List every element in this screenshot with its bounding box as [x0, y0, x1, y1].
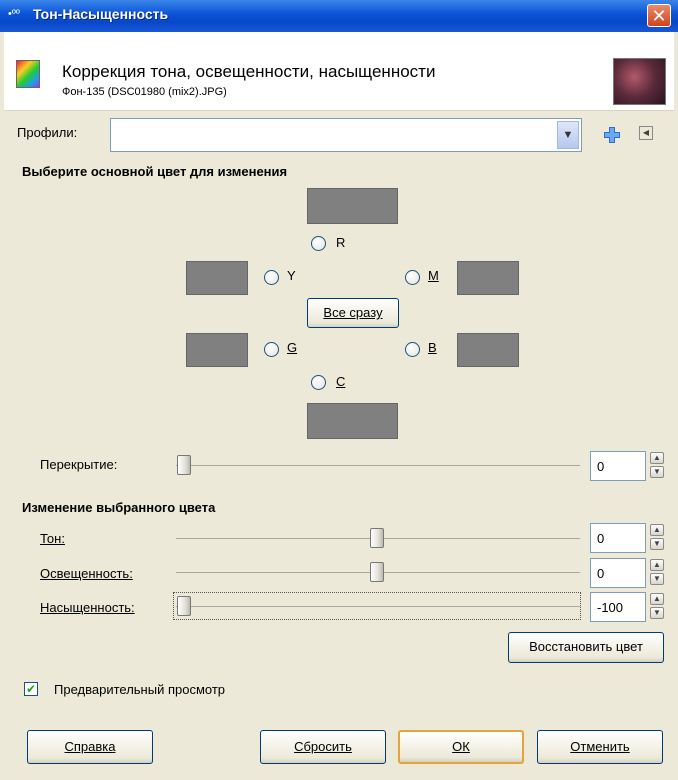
radio-m[interactable]	[405, 270, 420, 285]
radio-c[interactable]	[311, 375, 326, 390]
image-thumbnail	[613, 58, 666, 105]
label-y: Y	[287, 268, 296, 283]
window-title: Тон-Насыщенность	[33, 6, 169, 22]
spin-down-icon[interactable]: ▼	[650, 538, 664, 550]
saturation-label: Насыщенность:	[40, 600, 135, 615]
cancel-button[interactable]: Отменить	[537, 730, 663, 764]
overlap-spinbox[interactable]: 0	[590, 451, 646, 481]
label-m: M	[428, 268, 439, 283]
hue-spinbox[interactable]: 0	[590, 523, 646, 553]
hue-spin-arrows[interactable]: ▲ ▼	[650, 524, 666, 552]
saturation-spin-arrows[interactable]: ▲ ▼	[650, 593, 666, 621]
spin-up-icon[interactable]: ▲	[650, 559, 664, 571]
swatch-g	[186, 333, 248, 367]
saturation-slider-track[interactable]	[176, 606, 580, 607]
overlap-value: 0	[597, 459, 605, 474]
swatch-y	[186, 261, 248, 295]
profiles-label: Профили:	[17, 125, 78, 140]
reset-label: Сбросить	[294, 739, 352, 754]
label-c: C	[336, 374, 346, 389]
swatch-b	[457, 333, 519, 367]
edit-color-title: Изменение выбранного цвета	[22, 500, 216, 515]
hue-saturation-icon	[16, 60, 40, 88]
radio-g[interactable]	[264, 342, 279, 357]
lightness-spin-arrows[interactable]: ▲ ▼	[650, 559, 666, 587]
preview-checkbox[interactable]: ✔	[24, 682, 38, 696]
overlap-spin-arrows[interactable]: ▲ ▼	[650, 452, 666, 480]
radio-y[interactable]	[264, 270, 279, 285]
spin-down-icon[interactable]: ▼	[650, 607, 664, 619]
header-title: Коррекция тона, освещенности, насыщеннос…	[62, 62, 436, 81]
lightness-slider-handle[interactable]	[370, 562, 384, 582]
header-subtitle: Фон-135 (DSC01980 (mix2).JPG)	[62, 86, 227, 98]
swatch-c	[307, 403, 398, 439]
spin-up-icon[interactable]: ▲	[650, 524, 664, 536]
spin-down-icon[interactable]: ▼	[650, 466, 664, 478]
reset-color-button[interactable]: Восстановить цвет	[508, 632, 664, 663]
title-bar[interactable]: •ºº Тон-Насыщенность ✕	[0, 0, 678, 32]
lightness-label: Освещенность:	[40, 566, 133, 581]
all-colors-button[interactable]: Все сразу	[307, 298, 399, 328]
hue-slider-handle[interactable]	[370, 528, 384, 548]
reset-button[interactable]: Сбросить	[260, 730, 386, 764]
label-r: R	[336, 235, 346, 250]
chevron-down-icon[interactable]: ▼	[557, 121, 579, 149]
hue-value: 0	[597, 531, 605, 546]
close-button[interactable]: ✕	[647, 4, 671, 27]
label-g: G	[287, 340, 298, 355]
spin-down-icon[interactable]: ▼	[650, 573, 664, 585]
ok-label: ОК	[452, 739, 470, 754]
gimp-icon: •ºº	[8, 8, 20, 20]
preview-label: Предварительный просмотр	[54, 682, 226, 697]
lightness-value: 0	[597, 566, 605, 581]
help-button[interactable]: Справка	[27, 730, 153, 764]
overlap-slider-handle[interactable]	[177, 455, 191, 475]
radio-b[interactable]	[405, 342, 420, 357]
saturation-spinbox[interactable]: -100	[590, 592, 646, 622]
spin-up-icon[interactable]: ▲	[650, 452, 664, 464]
all-colors-label: Все сразу	[323, 305, 383, 320]
lightness-spinbox[interactable]: 0	[590, 558, 646, 588]
hue-label: Тон:	[40, 531, 65, 546]
label-b: B	[428, 340, 437, 355]
saturation-slider-handle[interactable]	[177, 596, 191, 616]
ok-button[interactable]: ОК	[398, 730, 524, 764]
radio-r[interactable]	[311, 236, 326, 251]
overlap-label: Перекрытие:	[40, 457, 118, 472]
add-profile-icon[interactable]	[603, 126, 621, 144]
cancel-label: Отменить	[570, 739, 630, 754]
select-color-title: Выберите основной цвет для изменения	[22, 164, 288, 179]
swatch-m	[457, 261, 519, 295]
overlap-slider-track[interactable]	[176, 465, 580, 466]
profiles-menu-icon[interactable]: ◀	[639, 126, 653, 140]
spin-up-icon[interactable]: ▲	[650, 593, 664, 605]
help-label: Справка	[64, 739, 116, 754]
swatch-r	[307, 188, 398, 224]
hue-saturation-dialog: •ºº Тон-Насыщенность ✕ Коррекция тона, о…	[0, 0, 678, 780]
saturation-value: -100	[597, 600, 624, 615]
profiles-combo[interactable]: ▼	[110, 118, 582, 152]
